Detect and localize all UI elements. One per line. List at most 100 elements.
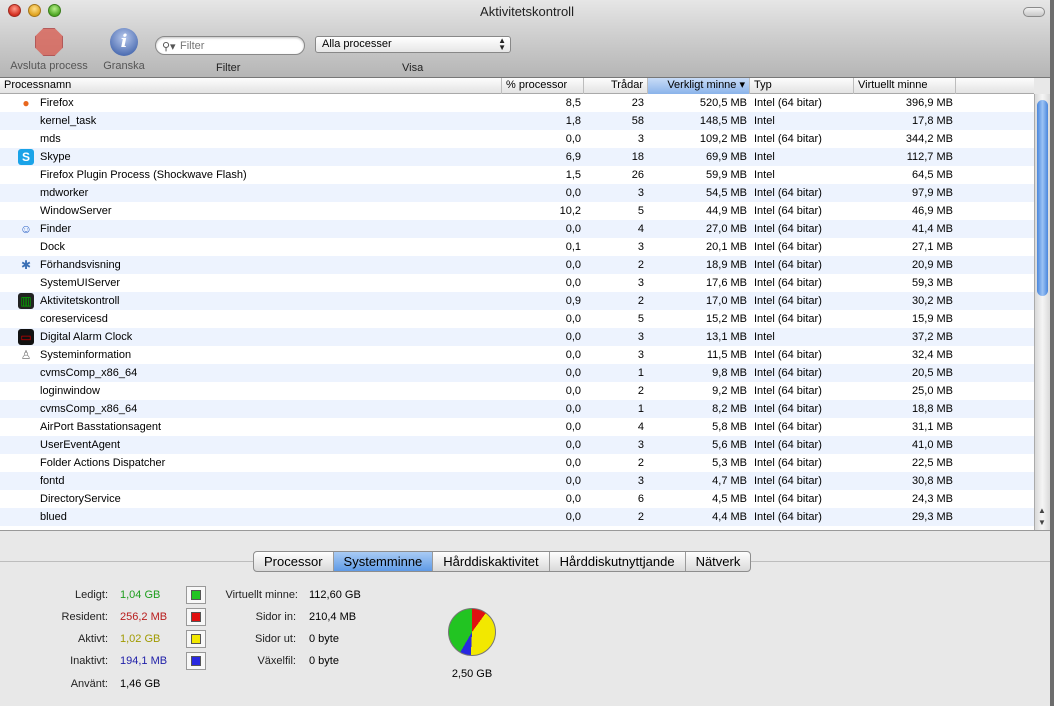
process-name: Dock — [40, 241, 66, 253]
process-cpu: 0,0 — [565, 349, 581, 361]
table-row[interactable]: ● Firefox 8,5 23 520,5 MB Intel (64 bitar) 396… — [0, 94, 1034, 112]
process-name: mdworker — [40, 187, 89, 199]
process-cpu: 0,0 — [565, 223, 581, 235]
table-row[interactable]: UserEventAgent 0,0 3 5,6 MB Intel (64 bitar)… — [0, 436, 1034, 454]
filter-input[interactable] — [180, 38, 298, 53]
tab-network[interactable]: Nätverk — [686, 552, 751, 571]
process-virtual-memory: 97,9 MB — [912, 187, 953, 199]
process-threads: 5 — [637, 313, 644, 325]
table-row[interactable]: mdworker 0,0 3 54,5 MB Intel (64 bitar) 97,9 … — [0, 184, 1034, 202]
column-header-cpu[interactable]: % processor — [502, 78, 584, 94]
process-threads: 3 — [637, 349, 644, 361]
view-select-value: Alla processer — [322, 38, 392, 50]
scroll-up-icon[interactable]: ▲ — [1038, 506, 1046, 515]
table-row[interactable]: cvmsComp_x86_64 0,0 1 8,2 MB Intel (64 bitar… — [0, 400, 1034, 418]
select-arrows-icon: ▲ ▼ — [498, 36, 506, 52]
table-row[interactable]: ▭ Digital Alarm Clock 0,0 3 13,1 MB Intel 37,2… — [0, 328, 1034, 346]
table-row[interactable]: S Skype 6,9 18 69,9 MB Intel 112,7 MB — [0, 148, 1034, 166]
table-row[interactable]: WindowServer 10,2 5 44,9 MB Intel (64 bitar)… — [0, 202, 1034, 220]
table-row[interactable]: loginwindow 0,0 2 9,2 MB Intel (64 bitar) 25,… — [0, 382, 1034, 400]
process-type: Intel (64 bitar) — [754, 259, 822, 271]
process-type: Intel (64 bitar) — [754, 205, 822, 217]
active-color-swatch[interactable] — [186, 630, 206, 648]
table-row[interactable]: Folder Actions Dispatcher 0,0 2 5,3 MB Intel… — [0, 454, 1034, 472]
swap-label: Växelfil: — [257, 655, 296, 667]
table-row[interactable]: ✱ Förhandsvisning 0,0 2 18,9 MB Intel (64 bit… — [0, 256, 1034, 274]
skype-icon: S — [18, 149, 34, 165]
table-row[interactable]: ▥ Aktivitetskontroll 0,9 2 17,0 MB Intel (64 … — [0, 292, 1034, 310]
tab-disk-usage[interactable]: Hårddiskutnyttjande — [550, 552, 686, 571]
process-virtual-memory: 396,9 MB — [905, 97, 953, 109]
column-header-virtual-memory[interactable]: Virtuellt minne — [854, 78, 956, 94]
filter-search-field[interactable]: ⚲▾ — [155, 36, 305, 55]
process-name: fontd — [40, 475, 65, 487]
table-row[interactable]: blued 0,0 2 4,4 MB Intel (64 bitar) 29,3 MB — [0, 508, 1034, 526]
process-cpu: 0,0 — [565, 421, 581, 433]
table-row[interactable]: fontd 0,0 3 4,7 MB Intel (64 bitar) 30,8 MB — [0, 472, 1034, 490]
process-real-memory: 4,5 MB — [712, 493, 747, 505]
table-row[interactable]: mds 0,0 3 109,2 MB Intel (64 bitar) 344,2 MB — [0, 130, 1034, 148]
table-row[interactable]: ☺ Finder 0,0 4 27,0 MB Intel (64 bitar) 41,4 M… — [0, 220, 1034, 238]
process-table: ● Firefox 8,5 23 520,5 MB Intel (64 bitar) 396… — [0, 94, 1034, 530]
tab-system-memory[interactable]: Systemminne — [333, 552, 434, 571]
column-header-type[interactable]: Typ — [750, 78, 854, 94]
table-row[interactable]: cvmsComp_x86_64 0,0 1 9,8 MB Intel (64 bitar… — [0, 364, 1034, 382]
table-scrollbar[interactable]: ▲ ▼ — [1034, 94, 1050, 530]
process-threads: 3 — [637, 241, 644, 253]
process-real-memory: 27,0 MB — [706, 223, 747, 235]
inspect-button[interactable]: i Granska — [98, 28, 150, 72]
process-name: WindowServer — [40, 205, 112, 217]
info-icon: i — [110, 28, 138, 56]
process-real-memory: 11,5 MB — [706, 349, 747, 361]
process-real-memory: 520,5 MB — [699, 97, 747, 109]
process-real-memory: 4,4 MB — [712, 511, 747, 523]
process-virtual-memory: 30,2 MB — [912, 295, 953, 307]
process-virtual-memory: 20,5 MB — [912, 367, 953, 379]
process-cpu: 0,0 — [565, 313, 581, 325]
table-row[interactable]: coreservicesd 0,0 5 15,2 MB Intel (64 bitar)… — [0, 310, 1034, 328]
column-header-name[interactable]: Processnamn — [0, 78, 502, 94]
tab-processor[interactable]: Processor — [254, 552, 334, 571]
column-header-real-memory[interactable]: Verkligt minne ▾ — [648, 78, 750, 94]
process-name: Firefox Plugin Process (Shockwave Flash) — [40, 169, 247, 181]
process-real-memory: 4,7 MB — [712, 475, 747, 487]
process-name: Folder Actions Dispatcher — [40, 457, 166, 469]
wired-color-swatch[interactable] — [186, 608, 206, 626]
process-real-memory: 17,6 MB — [706, 277, 747, 289]
filter-label: Filter — [216, 62, 241, 74]
process-name: blued — [40, 511, 67, 523]
process-real-memory: 20,1 MB — [706, 241, 747, 253]
swap-value: 0 byte — [309, 655, 339, 667]
table-row[interactable]: kernel_task 1,8 58 148,5 MB Intel 17,8 MB — [0, 112, 1034, 130]
table-row[interactable]: DirectoryService 0,0 6 4,5 MB Intel (64 bita… — [0, 490, 1034, 508]
process-type: Intel (64 bitar) — [754, 187, 822, 199]
process-real-memory: 9,2 MB — [712, 385, 747, 397]
table-row[interactable]: Firefox Plugin Process (Shockwave Flash)… — [0, 166, 1034, 184]
toolbar-toggle-button[interactable] — [1023, 7, 1045, 17]
quit-process-button[interactable]: Avsluta process — [6, 28, 92, 72]
inactive-color-swatch[interactable] — [186, 652, 206, 670]
column-header-threads[interactable]: Trådar — [584, 78, 648, 94]
process-threads: 2 — [637, 457, 644, 469]
process-real-memory: 15,2 MB — [706, 313, 747, 325]
process-type: Intel (64 bitar) — [754, 439, 822, 451]
process-threads: 3 — [637, 187, 644, 199]
scrollbar-thumb[interactable] — [1037, 100, 1048, 296]
inspect-label: Granska — [103, 60, 145, 72]
table-row[interactable]: ♙ Systeminformation 0,0 3 11,5 MB Intel (64 b… — [0, 346, 1034, 364]
table-row[interactable]: Dock 0,1 3 20,1 MB Intel (64 bitar) 27,1 MB — [0, 238, 1034, 256]
process-threads: 2 — [637, 259, 644, 271]
process-name: cvmsComp_x86_64 — [40, 367, 138, 379]
view-select[interactable]: Alla processer ▲ ▼ — [315, 36, 511, 53]
process-virtual-memory: 30,8 MB — [912, 475, 953, 487]
tab-disk-activity[interactable]: Hårddiskaktivitet — [433, 552, 550, 571]
scroll-down-icon[interactable]: ▼ — [1038, 518, 1046, 527]
table-row[interactable]: SystemUIServer 0,0 3 17,6 MB Intel (64 bitar… — [0, 274, 1034, 292]
process-threads: 58 — [631, 115, 644, 127]
used-memory-value: 1,46 GB — [120, 678, 161, 690]
system-info-icon: ♙ — [20, 348, 32, 362]
free-color-swatch[interactable] — [186, 586, 206, 604]
process-virtual-memory: 41,0 MB — [912, 439, 953, 451]
table-row[interactable]: AirPort Basstationsagent 0,0 4 5,8 MB Intel … — [0, 418, 1034, 436]
quit-process-label: Avsluta process — [10, 60, 88, 72]
